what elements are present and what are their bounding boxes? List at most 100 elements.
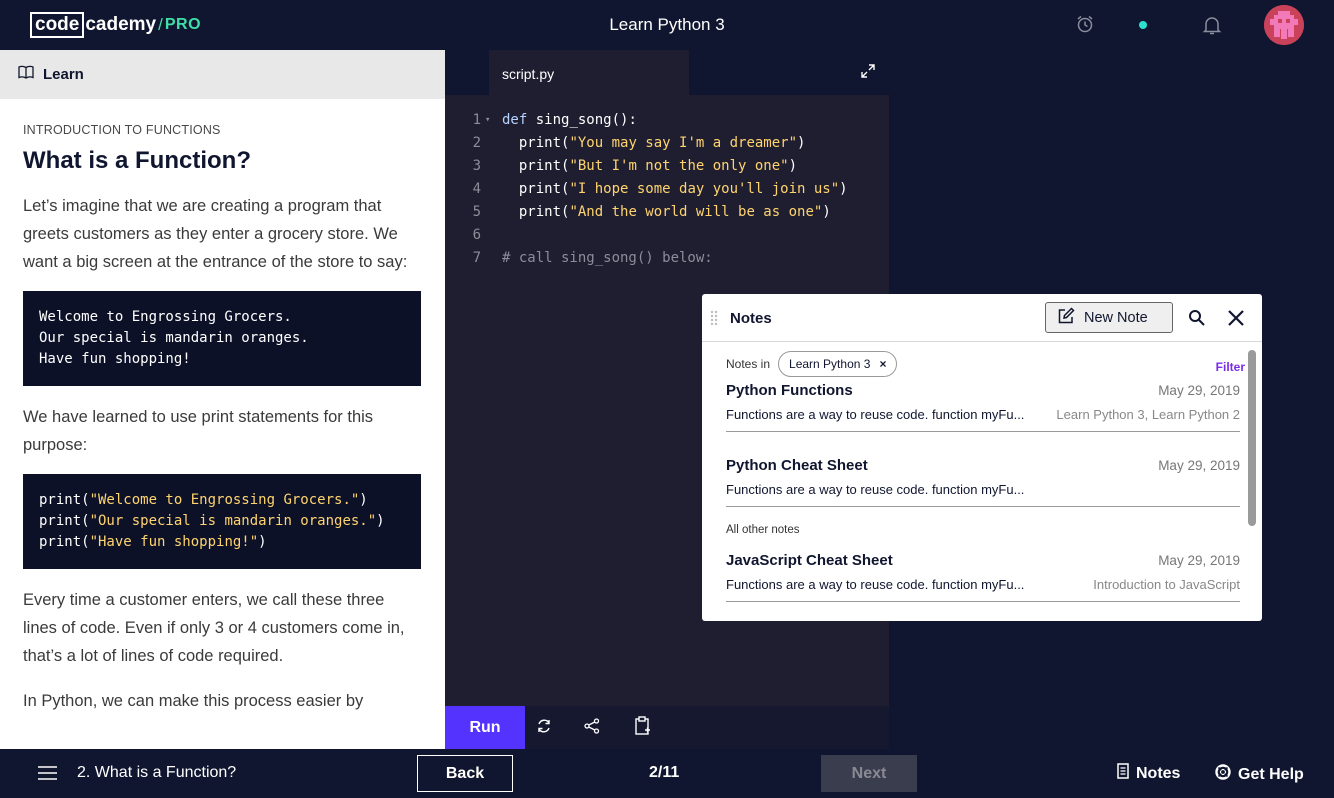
line-number: 7 xyxy=(472,250,481,266)
code-block-output: Welcome to Engrossing Grocers. Our specia… xyxy=(23,291,421,386)
lesson-title: What is a Function? xyxy=(23,147,251,174)
code-end: ) xyxy=(359,492,368,508)
notes-list: Notes in Learn Python 3 × Filter Python … xyxy=(702,342,1262,602)
alarm-clock-icon[interactable] xyxy=(1075,14,1095,39)
get-help-label: Get Help xyxy=(1238,765,1304,783)
code-end: ) xyxy=(788,158,798,174)
line-number: 4 xyxy=(472,181,481,197)
code-fn: print( xyxy=(39,492,90,508)
lifebuoy-icon xyxy=(1215,764,1231,785)
note-date: May 29, 2019 xyxy=(1158,383,1240,398)
code-string: "You may say I'm a dreamer" xyxy=(569,135,798,151)
lesson-name[interactable]: 2. What is a Function? xyxy=(77,764,236,782)
notes-button-label: Notes xyxy=(1136,764,1181,782)
lesson-crumb: INTRODUCTION TO FUNCTIONS xyxy=(23,123,221,137)
run-button[interactable]: Run xyxy=(445,706,525,749)
code-end: ) xyxy=(376,513,385,529)
page-count: 2/11 xyxy=(649,764,680,781)
code-text: print( xyxy=(502,135,570,151)
notes-button[interactable]: Notes xyxy=(1117,763,1180,784)
code-block-print: print("Welcome to Engrossing Grocers.") p… xyxy=(23,474,421,569)
code-text: print( xyxy=(502,204,570,220)
code-end: ) xyxy=(839,181,848,197)
paragraph: Let’s imagine that we are creating a pro… xyxy=(23,197,408,271)
course-filter-chip[interactable]: Learn Python 3 × xyxy=(778,351,898,377)
editor-line: 4 print("I hope some day you'll join us"… xyxy=(445,178,889,201)
get-help-button[interactable]: Get Help xyxy=(1215,764,1304,785)
note-title: Python Cheat Sheet xyxy=(726,457,868,474)
note-excerpt: Functions are a way to reuse code. funct… xyxy=(726,482,1025,497)
editor-line: 1 ▾ def sing_song(): xyxy=(445,109,889,132)
note-tags: Learn Python 3, Learn Python 2 xyxy=(1056,407,1240,422)
run-bar: Run xyxy=(445,706,889,749)
note-item[interactable]: Python Cheat Sheet May 29, 2019 Functions… xyxy=(726,457,1240,507)
code-string: "But I'm not the only one" xyxy=(569,158,789,174)
next-button[interactable]: Next xyxy=(821,755,917,792)
code-fn: print( xyxy=(39,534,90,550)
top-bar: code cademy / PRO Learn Python 3 xyxy=(0,0,1334,50)
line-number: 3 xyxy=(472,158,481,174)
expand-icon[interactable] xyxy=(861,64,875,83)
editor-line: 7 # call sing_song() below: xyxy=(445,247,889,270)
notes-scrollbar[interactable] xyxy=(1248,350,1256,526)
code-text: print( xyxy=(502,181,570,197)
line-number: 6 xyxy=(472,227,481,243)
line-number: 5 xyxy=(472,204,481,220)
course-title: Learn Python 3 xyxy=(609,15,725,34)
new-note-label: New Note xyxy=(1084,309,1148,326)
book-icon xyxy=(18,65,34,84)
code-line: print("Have fun shopping!") xyxy=(39,532,405,553)
note-excerpt: Functions are a way to reuse code. funct… xyxy=(726,577,1025,592)
new-note-button[interactable]: New Note xyxy=(1045,302,1173,333)
close-icon[interactable] xyxy=(1226,308,1246,333)
note-item[interactable]: Python Functions May 29, 2019 Functions a… xyxy=(726,382,1240,432)
learn-tab[interactable]: Learn xyxy=(0,50,445,99)
code-end: ) xyxy=(822,204,831,220)
editor-line: 2 print("You may say I'm a dreamer") xyxy=(445,132,889,155)
chip-label: Learn Python 3 xyxy=(789,357,871,371)
code-string: "And the world will be as one" xyxy=(569,204,823,220)
learn-panel: Learn INTRODUCTION TO FUNCTIONS What is … xyxy=(0,50,445,749)
reset-icon[interactable] xyxy=(536,718,552,739)
bell-icon[interactable] xyxy=(1201,14,1223,41)
notes-panel: Notes New Note Notes in Learn Python 3 ×… xyxy=(702,294,1262,621)
notes-title: Notes xyxy=(730,310,772,327)
search-icon[interactable] xyxy=(1188,309,1206,332)
status-dot-icon[interactable] xyxy=(1139,21,1147,29)
code-string: "I hope some day you'll join us" xyxy=(569,181,840,197)
line-number: 2 xyxy=(472,135,481,151)
code-end: ) xyxy=(797,135,806,151)
notes-doc-icon xyxy=(1117,763,1129,784)
notes-header: Notes New Note xyxy=(702,294,1262,342)
share-icon[interactable] xyxy=(584,718,600,739)
code-string: "Our special is mandarin oranges." xyxy=(89,513,377,529)
chip-close-icon[interactable]: × xyxy=(879,357,886,371)
file-tab-script[interactable]: script.py xyxy=(489,50,689,95)
bottom-bar: 2. What is a Function? Back 2/11 Next No… xyxy=(0,749,1334,798)
copy-to-clipboard-icon[interactable] xyxy=(634,716,652,741)
editor-line: 3 print("But I'm not the only one") xyxy=(445,155,889,178)
note-date: May 29, 2019 xyxy=(1158,458,1240,473)
editor-line: 5 print("And the world will be as one") xyxy=(445,201,889,224)
code-line: Have fun shopping! xyxy=(39,351,191,367)
code-keyword: def xyxy=(502,112,528,128)
code-line: Welcome to Engrossing Grocers. xyxy=(39,309,292,325)
note-item[interactable]: JavaScript Cheat Sheet May 29, 2019 Funct… xyxy=(726,552,1240,602)
back-button[interactable]: Back xyxy=(417,755,513,792)
other-notes-label: All other notes xyxy=(726,524,800,536)
code-line: Our special is mandarin oranges. xyxy=(39,330,309,346)
menu-icon[interactable] xyxy=(38,766,57,785)
code-area[interactable]: 1 ▾ def sing_song(): 2 print("You may say … xyxy=(445,109,889,270)
paragraph: In Python, we can make this process easi… xyxy=(23,692,364,710)
paragraph: Every time a customer enters, we call th… xyxy=(23,591,405,665)
drag-handle-icon[interactable] xyxy=(710,310,718,331)
note-tags: Introduction to JavaScript xyxy=(1093,577,1240,592)
code-line: print("Our special is mandarin oranges."… xyxy=(39,511,405,532)
avatar[interactable] xyxy=(1264,5,1304,45)
filter-link[interactable]: Filter xyxy=(1216,360,1245,374)
editor-line: 6 xyxy=(445,224,889,247)
fold-arrow-icon[interactable]: ▾ xyxy=(481,109,502,132)
paragraph: We have learned to use print statements … xyxy=(23,408,374,454)
editor-tab-bar: script.py xyxy=(445,50,889,95)
filter-row: Notes in Learn Python 3 × xyxy=(726,342,1240,386)
